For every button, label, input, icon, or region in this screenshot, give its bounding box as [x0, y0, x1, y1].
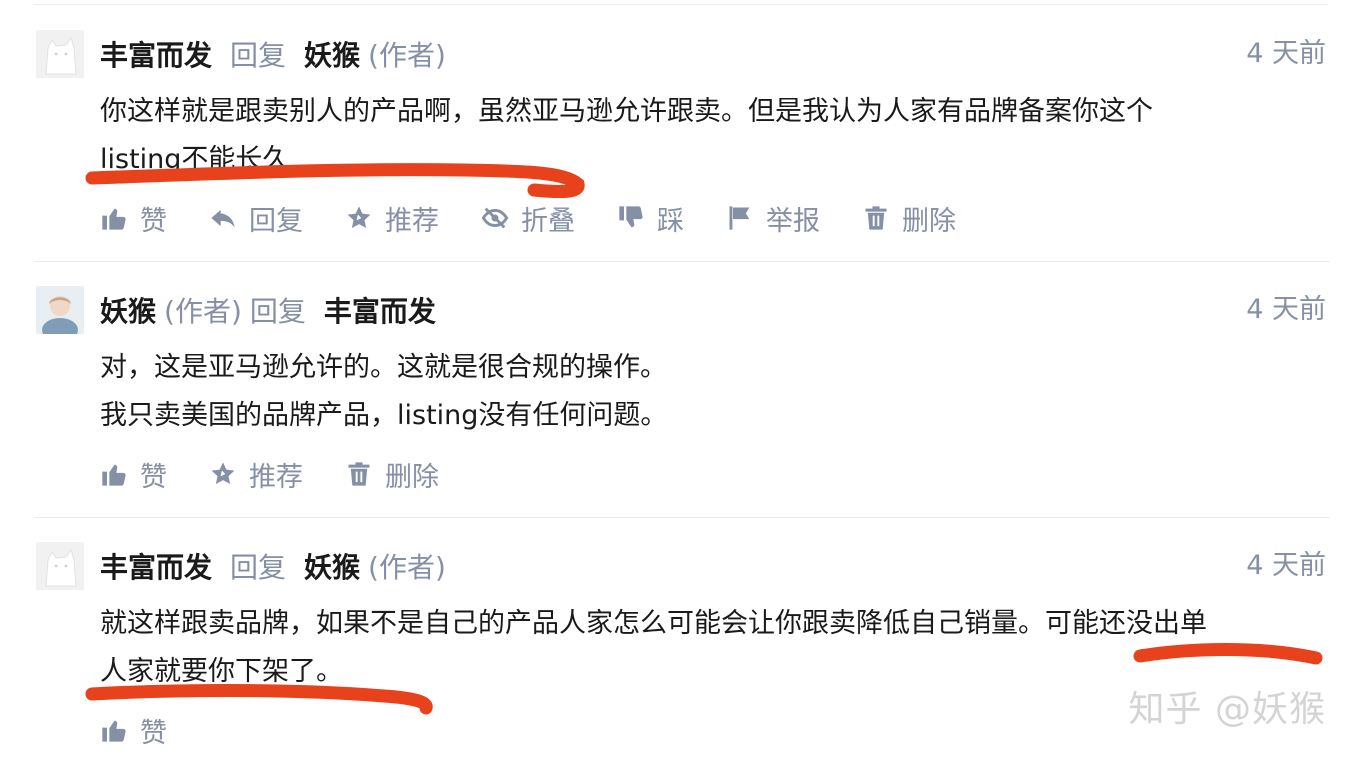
reply-target-name[interactable]: 丰富而发: [324, 290, 436, 330]
delete-button[interactable]: 删除: [862, 199, 956, 238]
author-name[interactable]: 妖猴: [100, 290, 156, 330]
comment-actions: 赞 推荐 删除: [100, 455, 481, 494]
dislike-label: 踩: [657, 205, 684, 237]
comment-header: 妖猴 (作者) 回复 丰富而发: [100, 290, 436, 330]
author-tag: (作者): [368, 39, 446, 72]
timestamp: 4 天前: [1246, 38, 1326, 69]
recommend-button[interactable]: 推荐: [209, 455, 303, 494]
thumbs-up-icon: [102, 720, 126, 742]
watermark: 知乎 @妖猴: [1128, 689, 1326, 730]
comment-2: 妖猴 (作者) 回复 丰富而发 4 天前 对，这是亚马逊允许的。这就是很合规的操…: [34, 286, 1330, 496]
thumbs-up-icon: [102, 208, 126, 230]
comment-line: 就这样跟卖品牌，如果不是自己的产品人家怎么可能会让你跟卖降低自己销量。可能还没出…: [100, 608, 1207, 639]
reply-word: 回复: [230, 39, 287, 72]
comment-divider: [34, 261, 1330, 262]
recommend-label: 推荐: [249, 461, 303, 493]
thumbs-down-icon: [619, 206, 643, 228]
avatar[interactable]: [36, 542, 84, 590]
recommend-label: 推荐: [385, 205, 439, 237]
flag-icon: [729, 206, 750, 230]
star-icon: [211, 462, 235, 485]
like-label: 赞: [140, 717, 167, 749]
reply-button[interactable]: 回复: [209, 199, 303, 238]
author-tag: (作者): [164, 295, 242, 328]
timestamp: 4 天前: [1246, 294, 1326, 325]
author-name[interactable]: 丰富而发: [100, 34, 212, 74]
avatar[interactable]: [36, 30, 84, 78]
reply-word: 回复: [230, 551, 287, 584]
author-name[interactable]: 丰富而发: [100, 546, 212, 586]
author-tag: (作者): [368, 551, 446, 584]
like-button[interactable]: 赞: [100, 199, 167, 238]
like-label: 赞: [140, 205, 167, 237]
comment-1: 丰富而发 回复 妖猴 (作者) 4 天前 你这样就是跟卖别人的产品啊，虽然亚马逊…: [34, 30, 1330, 240]
comment-actions: 赞 回复 推荐 折叠 踩 举报 删除: [100, 199, 998, 238]
reply-arrow-icon: [211, 209, 235, 228]
delete-label: 删除: [385, 461, 439, 493]
report-button[interactable]: 举报: [726, 199, 820, 238]
comment-body: 对，这是亚马逊允许的。这就是很合规的操作。 我只卖美国的品牌产品，listing…: [100, 344, 667, 440]
comment-line: listing不能长久: [100, 144, 290, 175]
thumbs-up-icon: [102, 464, 126, 486]
comment-line: 对，这是亚马逊允许的。这就是很合规的操作。: [100, 352, 667, 383]
trash-icon: [865, 206, 887, 230]
reply-label: 回复: [249, 205, 303, 237]
comment-line: 我只卖美国的品牌产品，listing没有任何问题。: [100, 400, 668, 431]
reply-target-name[interactable]: 妖猴: [304, 546, 360, 586]
eye-off-icon: [481, 207, 509, 229]
delete-button[interactable]: 删除: [345, 455, 439, 494]
comment-body: 你这样就是跟卖别人的产品啊，虽然亚马逊允许跟卖。但是我认为人家有品牌备案你这个 …: [100, 88, 1153, 184]
like-label: 赞: [140, 461, 167, 493]
delete-label: 删除: [902, 205, 956, 237]
top-divider: [34, 4, 1328, 5]
comment-body: 就这样跟卖品牌，如果不是自己的产品人家怎么可能会让你跟卖降低自己销量。可能还没出…: [100, 600, 1207, 696]
timestamp: 4 天前: [1246, 550, 1326, 581]
recommend-button[interactable]: 推荐: [345, 199, 439, 238]
comment-line: 人家就要你下架了。: [100, 656, 343, 687]
like-button[interactable]: 赞: [100, 455, 167, 494]
avatar[interactable]: [36, 286, 84, 334]
report-label: 举报: [766, 205, 820, 237]
comment-actions: 赞: [100, 711, 209, 750]
collapse-label: 折叠: [521, 205, 575, 237]
comment-line: 你这样就是跟卖别人的产品啊，虽然亚马逊允许跟卖。但是我认为人家有品牌备案你这个: [100, 96, 1153, 127]
star-icon: [347, 206, 371, 229]
reply-word: 回复: [249, 295, 306, 328]
comment-header: 丰富而发 回复 妖猴 (作者): [100, 546, 446, 586]
trash-icon: [348, 462, 370, 486]
like-button[interactable]: 赞: [100, 711, 167, 750]
comment-header: 丰富而发 回复 妖猴 (作者): [100, 34, 446, 74]
reply-target-name[interactable]: 妖猴: [304, 34, 360, 74]
collapse-button[interactable]: 折叠: [481, 199, 575, 238]
comment-divider: [34, 517, 1330, 518]
dislike-button[interactable]: 踩: [617, 199, 684, 238]
